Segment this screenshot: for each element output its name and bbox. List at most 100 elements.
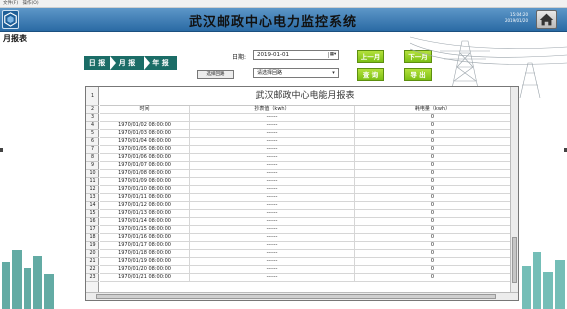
- cell-reading[interactable]: ------: [190, 242, 355, 249]
- vertical-scrollbar[interactable]: [510, 87, 518, 292]
- cell-consumption[interactable]: 0: [355, 114, 510, 121]
- cell-time[interactable]: 1970/01/20 08:00:00: [100, 266, 190, 273]
- table-row[interactable]: 1970/01/20 08:00:00 ------ 0: [100, 266, 510, 274]
- cell-time[interactable]: 1970/01/05 08:00:00: [100, 146, 190, 153]
- splitter-handle-left[interactable]: [0, 148, 3, 152]
- table-row[interactable]: 1970/01/14 08:00:00 ------ 0: [100, 218, 510, 226]
- chevron-down-icon[interactable]: ▾: [330, 69, 337, 77]
- cell-time[interactable]: 1970/01/16 08:00:00: [100, 234, 190, 241]
- cell-consumption[interactable]: 0: [355, 146, 510, 153]
- home-button[interactable]: [536, 10, 557, 29]
- cell-consumption[interactable]: 0: [355, 242, 510, 249]
- table-row[interactable]: 1970/01/05 08:00:00 ------ 0: [100, 146, 510, 154]
- cell-time[interactable]: 1970/01/04 08:00:00: [100, 138, 190, 145]
- table-row[interactable]: 1970/01/15 08:00:00 ------ 0: [100, 226, 510, 234]
- cell-time[interactable]: 1970/01/08 08:00:00: [100, 170, 190, 177]
- table-row[interactable]: 1970/01/13 08:00:00 ------ 0: [100, 210, 510, 218]
- cell-time[interactable]: 1970/01/06 08:00:00: [100, 154, 190, 161]
- cell-consumption[interactable]: 0: [355, 154, 510, 161]
- cell-consumption[interactable]: 0: [355, 202, 510, 209]
- query-button[interactable]: 查 询: [357, 68, 384, 81]
- cell-reading[interactable]: ------: [190, 114, 355, 121]
- cell-reading[interactable]: ------: [190, 258, 355, 265]
- cell-reading[interactable]: ------: [190, 234, 355, 241]
- table-row[interactable]: 1970/01/07 08:00:00 ------ 0: [100, 162, 510, 170]
- table-row[interactable]: 1970/01/19 08:00:00 ------ 0: [100, 258, 510, 266]
- cell-reading[interactable]: ------: [190, 170, 355, 177]
- cell-consumption[interactable]: 0: [355, 218, 510, 225]
- calendar-icon[interactable]: ▦▾: [328, 52, 337, 58]
- report-grid[interactable]: 1 2 3 4 5 6 7 8 9 10 11 12 13 14 15 16 17 18 19 20 21 22 23 武汉…: [85, 86, 519, 301]
- vertical-scroll-thumb[interactable]: [512, 237, 517, 283]
- cell-consumption[interactable]: 0: [355, 194, 510, 201]
- table-row[interactable]: 1970/01/12 08:00:00 ------ 0: [100, 202, 510, 210]
- cell-reading[interactable]: ------: [190, 138, 355, 145]
- table-row[interactable]: 1970/01/11 08:00:00 ------ 0: [100, 194, 510, 202]
- menu-file[interactable]: 文件(F): [3, 0, 18, 8]
- cell-reading[interactable]: ------: [190, 250, 355, 257]
- tab-daily[interactable]: 日 报: [84, 56, 110, 70]
- cell-time[interactable]: 1970/01/12 08:00:00: [100, 202, 190, 209]
- select-circuit-button[interactable]: 选择回路: [197, 70, 234, 79]
- cell-consumption[interactable]: 0: [355, 234, 510, 241]
- cell-reading[interactable]: ------: [190, 202, 355, 209]
- cell-time[interactable]: 1970/01/07 08:00:00: [100, 162, 190, 169]
- cell-consumption[interactable]: 0: [355, 186, 510, 193]
- cell-time[interactable]: 1970/01/11 08:00:00: [100, 194, 190, 201]
- table-row[interactable]: 1970/01/03 08:00:00 ------ 0: [100, 130, 510, 138]
- table-row[interactable]: 1970/01/02 08:00:00 ------ 0: [100, 122, 510, 130]
- cell-time[interactable]: 1970/01/21 08:00:00: [100, 274, 190, 281]
- cell-time[interactable]: 1970/01/10 08:00:00: [100, 186, 190, 193]
- cell-time[interactable]: 1970/01/03 08:00:00: [100, 130, 190, 137]
- cell-consumption[interactable]: 0: [355, 250, 510, 257]
- cell-consumption[interactable]: 0: [355, 130, 510, 137]
- cell-reading[interactable]: ------: [190, 154, 355, 161]
- table-row[interactable]: 1970/01/08 08:00:00 ------ 0: [100, 170, 510, 178]
- cell-reading[interactable]: ------: [190, 266, 355, 273]
- cell-reading[interactable]: ------: [190, 162, 355, 169]
- cell-reading[interactable]: ------: [190, 218, 355, 225]
- table-row[interactable]: 1970/01/06 08:00:00 ------ 0: [100, 154, 510, 162]
- cell-consumption[interactable]: 0: [355, 210, 510, 217]
- cell-reading[interactable]: ------: [190, 274, 355, 281]
- horizontal-scroll-thumb[interactable]: [96, 294, 496, 299]
- cell-consumption[interactable]: 0: [355, 266, 510, 273]
- cell-reading[interactable]: ------: [190, 226, 355, 233]
- prev-month-button[interactable]: 上一月: [357, 50, 384, 63]
- cell-reading[interactable]: ------: [190, 146, 355, 153]
- table-row[interactable]: 1970/01/16 08:00:00 ------ 0: [100, 234, 510, 242]
- cell-reading[interactable]: ------: [190, 194, 355, 201]
- menu-operate[interactable]: 操作(O): [23, 0, 39, 8]
- table-row[interactable]: ------ 0: [100, 114, 510, 122]
- cell-reading[interactable]: ------: [190, 186, 355, 193]
- cell-reading[interactable]: ------: [190, 122, 355, 129]
- cell-time[interactable]: 1970/01/15 08:00:00: [100, 226, 190, 233]
- cell-consumption[interactable]: 0: [355, 274, 510, 281]
- table-row[interactable]: 1970/01/21 08:00:00 ------ 0: [100, 274, 510, 282]
- cell-consumption[interactable]: 0: [355, 258, 510, 265]
- cell-time[interactable]: 1970/01/02 08:00:00: [100, 122, 190, 129]
- cell-time[interactable]: 1970/01/18 08:00:00: [100, 250, 190, 257]
- cell-time[interactable]: [100, 114, 190, 121]
- horizontal-scrollbar[interactable]: [86, 292, 518, 300]
- cell-consumption[interactable]: 0: [355, 138, 510, 145]
- circuit-select[interactable]: 请选择回路 ▾: [253, 68, 339, 78]
- cell-consumption[interactable]: 0: [355, 178, 510, 185]
- cell-time[interactable]: 1970/01/13 08:00:00: [100, 210, 190, 217]
- table-row[interactable]: 1970/01/09 08:00:00 ------ 0: [100, 178, 510, 186]
- cell-time[interactable]: 1970/01/14 08:00:00: [100, 218, 190, 225]
- cell-consumption[interactable]: 0: [355, 122, 510, 129]
- cell-consumption[interactable]: 0: [355, 162, 510, 169]
- cell-time[interactable]: 1970/01/17 08:00:00: [100, 242, 190, 249]
- table-row[interactable]: 1970/01/18 08:00:00 ------ 0: [100, 250, 510, 258]
- cell-consumption[interactable]: 0: [355, 226, 510, 233]
- cell-reading[interactable]: ------: [190, 210, 355, 217]
- cell-reading[interactable]: ------: [190, 130, 355, 137]
- table-row[interactable]: 1970/01/17 08:00:00 ------ 0: [100, 242, 510, 250]
- cell-consumption[interactable]: 0: [355, 170, 510, 177]
- table-row[interactable]: 1970/01/04 08:00:00 ------ 0: [100, 138, 510, 146]
- cell-time[interactable]: 1970/01/09 08:00:00: [100, 178, 190, 185]
- cell-time[interactable]: 1970/01/19 08:00:00: [100, 258, 190, 265]
- table-row[interactable]: 1970/01/10 08:00:00 ------ 0: [100, 186, 510, 194]
- date-picker[interactable]: 2019-01-01 ▦▾: [253, 50, 339, 60]
